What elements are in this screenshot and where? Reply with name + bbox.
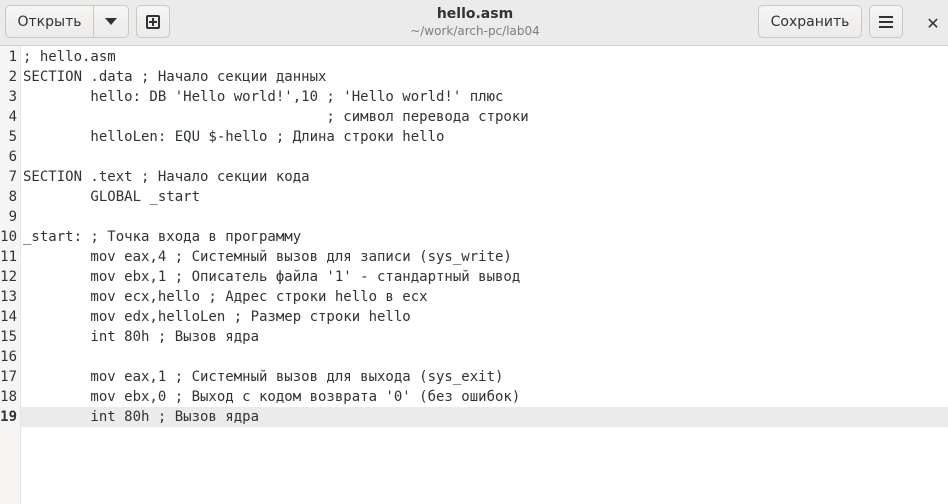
line-number: 12 [0,269,17,285]
line-number: 6 [8,149,17,165]
line-number: 18 [0,389,17,405]
line-number: 3 [8,89,17,105]
code-line[interactable]: GLOBAL _start [21,187,948,207]
line-number: 8 [8,189,17,205]
code-line[interactable]: int 80h ; Вызов ядра [21,327,948,347]
code-line[interactable]: mov eax,4 ; Системный вызов для записи (… [21,247,948,267]
code-line[interactable]: int 80h ; Вызов ядра [21,407,948,427]
line-number: 1 [8,49,17,65]
open-button-group: Открыть [5,5,129,38]
line-number: 13 [0,289,17,305]
line-number: 11 [0,249,17,265]
code-line[interactable]: mov ebx,0 ; Выход с кодом возврата '0' (… [21,387,948,407]
new-tab-icon [146,14,160,29]
menu-button[interactable] [869,5,903,38]
code-line[interactable] [21,347,948,367]
code-line[interactable] [21,207,948,227]
chevron-down-icon [105,18,117,25]
header-bar: Открыть hello.asm ~/work/arch-pc/lab04 С… [0,0,948,46]
save-button[interactable]: Сохранить [758,5,862,38]
new-tab-button[interactable] [136,5,170,38]
code-line[interactable]: helloLen: EQU $-hello ; Длина строки hel… [21,127,948,147]
open-dropdown-button[interactable] [94,6,128,37]
window-subtitle: ~/work/arch-pc/lab04 [410,24,540,38]
line-number: 5 [8,129,17,145]
line-number: 14 [0,309,17,325]
line-number: 7 [8,169,17,185]
line-number: 16 [0,349,17,365]
line-number: 10 [0,229,17,245]
code-line[interactable]: ; символ перевода строки [21,107,948,127]
text-editor[interactable]: 1 2 3 4 5 6 7 8 9 10 11 12 13 14 15 16 17 18 19 ; hello.as… [0,46,948,504]
code-area[interactable]: ; hello.asm SECTION .data ; Начало секции… [21,46,948,427]
code-line[interactable] [21,147,948,167]
line-number: 4 [8,109,17,125]
code-line[interactable]: mov ecx,hello ; Адрес строки hello в ecx [21,287,948,307]
line-number: 19 [0,409,17,425]
open-button[interactable]: Открыть [6,6,94,37]
code-line[interactable]: SECTION .data ; Начало секции данных [21,67,948,87]
code-line[interactable]: ; hello.asm [21,47,948,67]
hamburger-menu-icon [879,15,893,28]
line-number-gutter: 1 2 3 4 5 6 7 8 9 10 11 12 13 14 15 16 17 18 19 [0,46,21,504]
line-number: 15 [0,329,17,345]
code-line[interactable]: hello: DB 'Hello world!',10 ; 'Hello wor… [21,87,948,107]
code-line[interactable]: mov eax,1 ; Системный вызов для выхода (… [21,367,948,387]
line-number: 2 [8,69,17,85]
close-button[interactable]: ✕ [920,10,946,36]
line-number: 9 [8,209,17,225]
close-icon: ✕ [926,13,940,33]
code-line[interactable]: mov edx,helloLen ; Размер строки hello [21,307,948,327]
code-line[interactable]: SECTION .text ; Начало секции кода [21,167,948,187]
window-title-block: hello.asm ~/work/arch-pc/lab04 [330,5,620,39]
code-line[interactable]: mov ebx,1 ; Описатель файла '1' - станда… [21,267,948,287]
line-number: 17 [0,369,17,385]
code-line[interactable]: _start: ; Точка входа в программу [21,227,948,247]
window-title: hello.asm [436,6,514,22]
